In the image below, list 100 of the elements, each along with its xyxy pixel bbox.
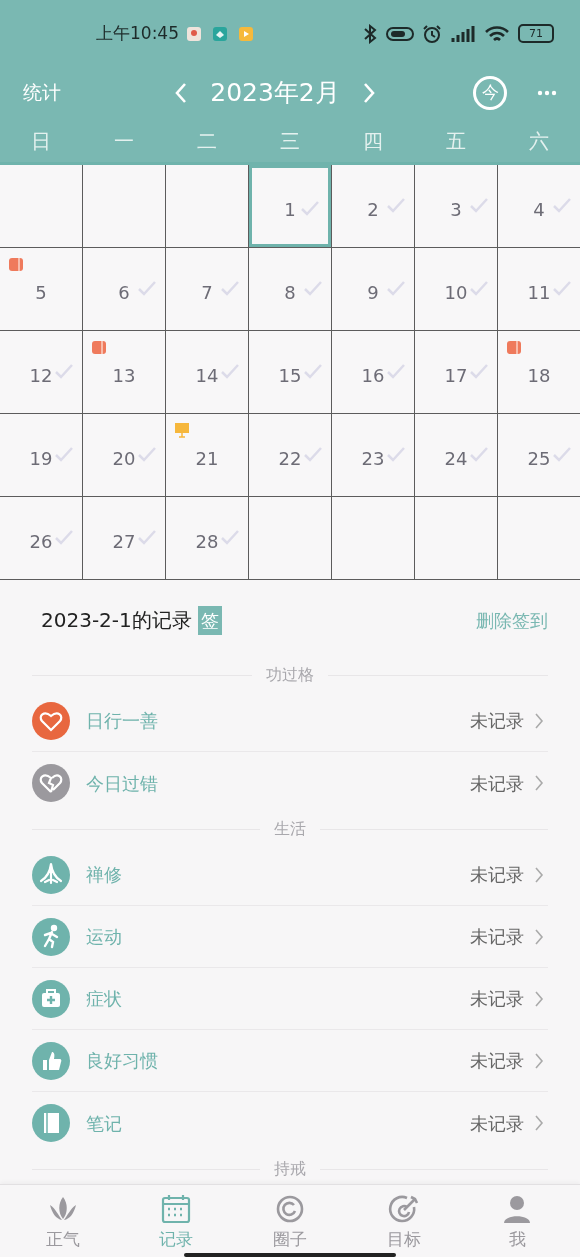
calendar-day[interactable]: 27 bbox=[83, 497, 165, 579]
day-number: 16 bbox=[361, 363, 385, 388]
chevron-right-icon bbox=[534, 989, 544, 1008]
day-number: 9 bbox=[367, 280, 379, 305]
alarm-icon bbox=[422, 23, 442, 44]
section-heading: 持戒 bbox=[274, 1158, 306, 1180]
day-number: 7 bbox=[201, 280, 213, 305]
record-label: 笔记 bbox=[86, 1111, 122, 1136]
calendar-day[interactable]: 14 bbox=[166, 331, 248, 413]
record-row[interactable]: 运动 未记录 bbox=[32, 906, 548, 968]
play-app-icon bbox=[239, 26, 253, 41]
day-number: 2 bbox=[367, 197, 379, 222]
nav-tab[interactable]: 圈子 bbox=[233, 1193, 347, 1253]
calendar-day[interactable]: 7 bbox=[166, 248, 248, 330]
day-number: 3 bbox=[450, 197, 462, 222]
calendar-day[interactable]: 19 bbox=[0, 414, 82, 496]
day-number: 23 bbox=[361, 446, 385, 471]
weekday-label: 五 bbox=[444, 128, 467, 155]
calendar-day[interactable]: 5 bbox=[0, 248, 82, 330]
capsule-icon bbox=[386, 25, 414, 42]
chevron-right-icon[interactable] bbox=[361, 81, 376, 104]
record-status: 未记录 bbox=[470, 1111, 524, 1136]
calendar-day[interactable]: 24 bbox=[415, 414, 497, 496]
record-label: 日行一善 bbox=[86, 709, 158, 733]
calendar-day[interactable]: 1 bbox=[249, 165, 331, 247]
calendar-day[interactable]: 28 bbox=[166, 497, 248, 579]
calendar-day[interactable]: 20 bbox=[83, 414, 165, 496]
day-number: 19 bbox=[29, 446, 53, 471]
calendar-day[interactable]: 23 bbox=[332, 414, 414, 496]
weekday-label: 四 bbox=[361, 128, 384, 155]
calendar-day[interactable]: 25 bbox=[498, 414, 580, 496]
more-icon[interactable] bbox=[537, 89, 557, 96]
record-label: 禅修 bbox=[86, 863, 122, 887]
calendar-day[interactable]: 13 bbox=[83, 331, 165, 413]
day-number: 13 bbox=[112, 363, 136, 388]
status-time: 上午10:45 bbox=[96, 21, 179, 45]
chevron-right-icon bbox=[534, 927, 544, 946]
day-number: 15 bbox=[278, 363, 302, 388]
calendar-day[interactable]: 22 bbox=[249, 414, 331, 496]
record-status: 未记录 bbox=[470, 1049, 524, 1073]
day-number: 27 bbox=[112, 529, 136, 554]
day-number: 14 bbox=[195, 363, 219, 388]
calendar-day[interactable]: 21 bbox=[166, 414, 248, 496]
record-row[interactable]: 禅修 未记录 bbox=[32, 844, 548, 906]
day-number: 1 bbox=[284, 197, 296, 222]
calendar-day[interactable]: 17 bbox=[415, 331, 497, 413]
calendar-day[interactable]: 8 bbox=[249, 248, 331, 330]
day-number: 5 bbox=[35, 280, 47, 305]
weekday-label: 三 bbox=[279, 128, 301, 155]
calendar-day[interactable]: 10 bbox=[415, 248, 497, 330]
map-pin-app-icon bbox=[187, 26, 201, 41]
chevron-right-icon bbox=[534, 774, 544, 792]
nav-tab[interactable]: 目标 bbox=[346, 1193, 461, 1253]
record-row[interactable]: 日行一善 未记录 bbox=[32, 690, 548, 752]
chevron-right-icon bbox=[534, 1114, 544, 1132]
chevron-left-icon[interactable] bbox=[174, 81, 189, 104]
record-row[interactable]: 笔记 未记录 bbox=[32, 1092, 548, 1154]
weekday-label: 六 bbox=[527, 128, 550, 155]
calendar-day[interactable]: 3 bbox=[415, 165, 497, 247]
nav-tab[interactable]: 正气 bbox=[6, 1193, 120, 1253]
calendar-day[interactable]: 2 bbox=[332, 165, 414, 247]
calendar-day[interactable]: 18 bbox=[498, 331, 580, 413]
calendar-day[interactable]: 6 bbox=[83, 248, 165, 330]
record-row[interactable]: 症状 未记录 bbox=[32, 968, 548, 1030]
calendar-day[interactable]: 9 bbox=[332, 248, 414, 330]
medical-kit-icon bbox=[32, 979, 70, 1018]
record-label: 症状 bbox=[86, 987, 122, 1011]
record-status: 未记录 bbox=[470, 925, 524, 949]
chevron-right-icon bbox=[534, 711, 544, 730]
nav-tab[interactable]: 我 bbox=[460, 1193, 574, 1253]
record-label: 良好习惯 bbox=[86, 1049, 158, 1073]
calendar-day[interactable]: 16 bbox=[332, 331, 414, 413]
record-status: 未记录 bbox=[470, 863, 524, 887]
calendar-day[interactable]: 11 bbox=[498, 248, 580, 330]
day-number: 10 bbox=[444, 280, 468, 305]
target-icon bbox=[386, 1193, 421, 1225]
day-number: 21 bbox=[195, 446, 219, 471]
record-row[interactable]: 今日过错 未记录 bbox=[32, 752, 548, 814]
sign-badge: 签 bbox=[197, 605, 222, 635]
battery-indicator: 71 bbox=[518, 24, 554, 43]
record-status: 未记录 bbox=[470, 987, 524, 1011]
day-number: 8 bbox=[284, 280, 296, 305]
record-label: 运动 bbox=[86, 925, 122, 949]
record-row[interactable]: 良好习惯 未记录 bbox=[32, 1030, 548, 1092]
signal-icon bbox=[450, 23, 476, 44]
weekday-label: 日 bbox=[30, 128, 53, 155]
day-number: 24 bbox=[444, 446, 468, 471]
record-title: 2023-2-1的记录 bbox=[41, 607, 192, 634]
day-number: 12 bbox=[29, 363, 53, 388]
calendar-day[interactable]: 15 bbox=[249, 331, 331, 413]
record-status: 未记录 bbox=[470, 771, 524, 796]
calendar-day[interactable]: 26 bbox=[0, 497, 82, 579]
calendar-day[interactable]: 4 bbox=[498, 165, 580, 247]
calendar-day[interactable]: 12 bbox=[0, 331, 82, 413]
day-number: 20 bbox=[112, 446, 136, 471]
chevron-right-icon bbox=[534, 1051, 544, 1070]
day-number: 22 bbox=[278, 446, 302, 471]
month-title: 2023年2月 bbox=[210, 76, 340, 109]
day-number: 17 bbox=[444, 363, 468, 388]
chevron-right-icon bbox=[534, 865, 544, 884]
